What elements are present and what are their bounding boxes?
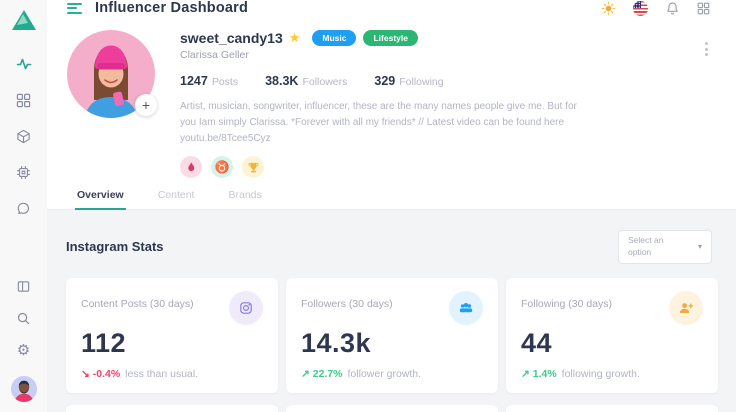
profile-section: + sweet_candy13 ★ Music Lifestyle Claris… [47, 16, 736, 180]
card-content-posts: Content Posts (30 days) 112 ↘ -0.4%less … [66, 278, 278, 393]
stat-value: 14.3k [301, 328, 483, 359]
stat-change: ↘ -0.4%less than usual. [81, 368, 263, 380]
stat-value: 112 [81, 328, 263, 359]
users-icon [449, 291, 483, 325]
card-comments: Comments (30 days) [286, 405, 498, 412]
tab-content[interactable]: Content [156, 180, 197, 210]
taurus-icon: ♉ [211, 156, 233, 178]
page-title: Influencer Dashboard [95, 0, 248, 16]
sidebar: ⚙ [0, 0, 47, 412]
tab-overview[interactable]: Overview [75, 180, 126, 210]
more-options-kebab-icon[interactable] [703, 40, 710, 58]
stat-posts: 1247Posts [180, 72, 238, 90]
stat-followers: 38.3KFollowers [265, 72, 347, 90]
gear-icon[interactable]: ⚙ [16, 342, 32, 358]
instagram-stats-section: Instagram Stats Select an option ▾ Conte… [47, 210, 736, 412]
stat-following: 329Following [374, 72, 443, 90]
section-title: Instagram Stats [66, 239, 164, 254]
period-select-dropdown[interactable]: Select an option ▾ [618, 230, 712, 264]
card-profile-views: Profile Views (30 days) [506, 405, 718, 412]
tab-brands[interactable]: Brands [226, 180, 263, 210]
profile-tabs: Overview Content Brands [47, 180, 736, 210]
stat-change: ↗ 1.4%following growth. [521, 368, 703, 380]
card-followers: Followers (30 days) 14.3k ↗ 22.7%followe… [286, 278, 498, 393]
bell-icon[interactable] [665, 1, 680, 16]
badge-lifestyle: Lifestyle [363, 30, 418, 46]
profile-bio: Artist, musician, songwriter, influencer… [180, 99, 580, 147]
stat-label: Followers (30 days) [301, 298, 393, 310]
sidebar-item-cube-icon[interactable] [16, 128, 32, 144]
chevron-down-icon: ▾ [698, 242, 702, 251]
trend-up-arrow-icon: ↗ [301, 368, 310, 380]
search-icon[interactable] [16, 310, 32, 326]
sidebar-item-cpu-icon[interactable] [16, 164, 32, 180]
star-icon: ★ [289, 30, 301, 46]
sidebar-item-activity-icon[interactable] [16, 56, 32, 72]
sidebar-item-layout-icon[interactable] [16, 278, 32, 294]
trend-up-arrow-icon: ↗ [521, 368, 530, 380]
us-flag-icon[interactable] [633, 1, 648, 16]
app-logo-triangle-icon[interactable] [11, 8, 37, 32]
stat-value: 44 [521, 328, 703, 359]
card-likes: Likes (30 days) [66, 405, 278, 412]
stats-cards-grid: Content Posts (30 days) 112 ↘ -0.4%less … [66, 278, 718, 412]
profile-stats: 1247Posts 38.3KFollowers 329Following [180, 72, 718, 90]
profile-username: sweet_candy13 [180, 30, 283, 46]
trend-down-arrow-icon: ↘ [81, 368, 90, 380]
instagram-icon [229, 291, 263, 325]
sidebar-item-chat-icon[interactable] [16, 200, 32, 216]
flame-icon [180, 156, 202, 178]
trophy-icon [242, 156, 264, 178]
stat-change: ↗ 22.7%follower growth. [301, 368, 483, 380]
stat-label: Following (30 days) [521, 298, 612, 310]
sun-icon[interactable] [601, 1, 616, 16]
user-plus-icon [669, 291, 703, 325]
sidebar-item-grid-icon[interactable] [16, 92, 32, 108]
sidebar-user-avatar[interactable] [11, 376, 37, 402]
card-following: Following (30 days) 44 ↗ 1.4%following g… [506, 278, 718, 393]
select-placeholder: Select an option [628, 235, 674, 259]
stat-label: Content Posts (30 days) [81, 298, 194, 310]
interest-badges: ♉ [180, 156, 718, 178]
topbar: Influencer Dashboard [47, 0, 736, 16]
apps-grid-icon[interactable] [697, 2, 710, 15]
badge-music: Music [312, 30, 356, 46]
profile-full-name: Clarissa Geller [180, 49, 718, 61]
menu-toggle-hamburger-icon[interactable] [67, 3, 82, 14]
add-story-plus-button[interactable]: + [135, 94, 157, 116]
